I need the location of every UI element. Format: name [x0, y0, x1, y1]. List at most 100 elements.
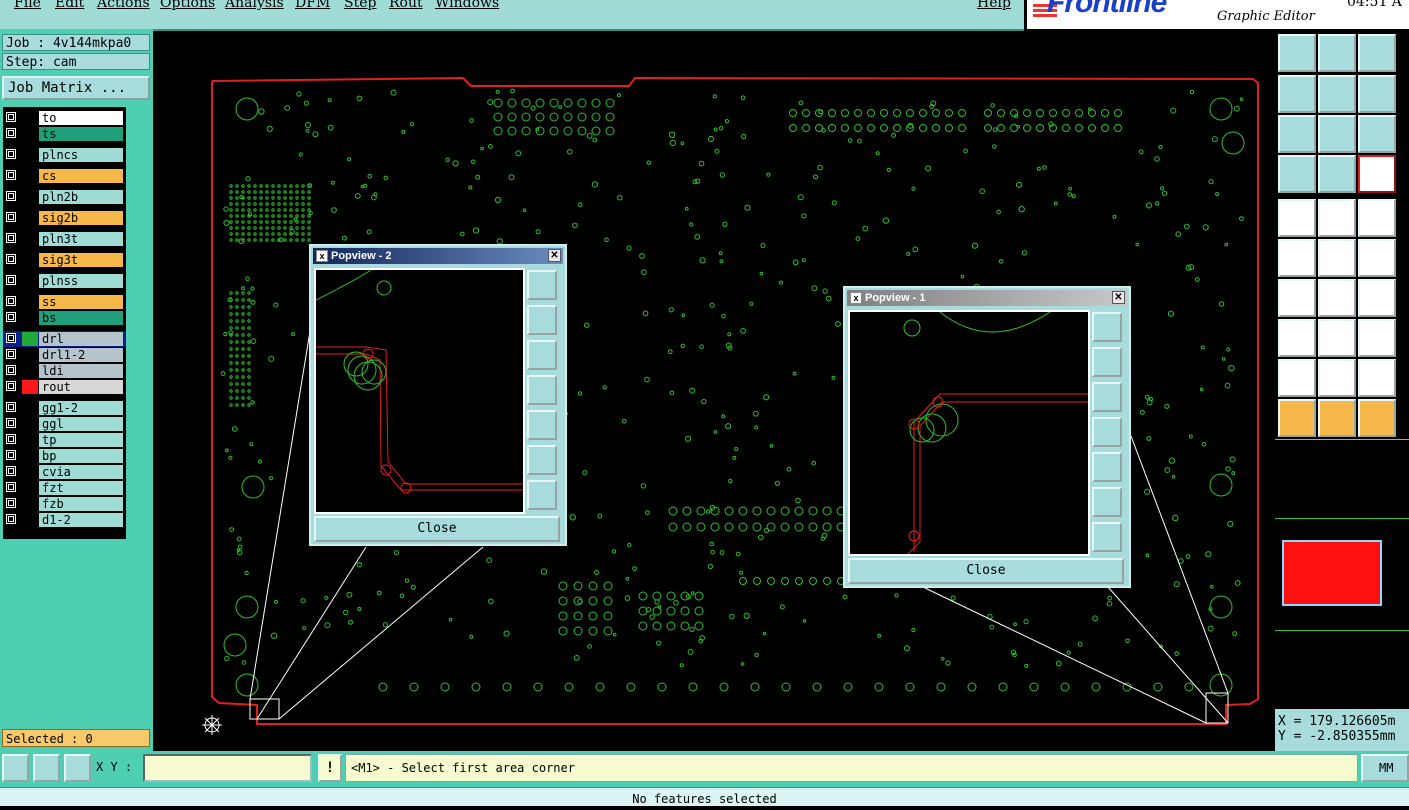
- frame-icon[interactable]: [1358, 359, 1396, 397]
- grid-icon[interactable]: [64, 754, 91, 782]
- popview-1-close-button[interactable]: Close: [848, 558, 1124, 584]
- draw-slash-icon[interactable]: [1318, 279, 1356, 317]
- layer-display-swatch[interactable]: [22, 449, 38, 463]
- menu-dfm[interactable]: DFM: [295, 0, 330, 11]
- pointer-icon[interactable]: [1278, 399, 1316, 437]
- layer-display-swatch[interactable]: [22, 348, 38, 362]
- layer-row-fzt[interactable]: fzt: [3, 480, 126, 496]
- layer-display-swatch[interactable]: [22, 513, 38, 527]
- menu-actions[interactable]: Actions: [97, 0, 150, 11]
- layer-display-swatch[interactable]: [22, 211, 38, 225]
- layer-row-ldi[interactable]: ldi: [3, 363, 126, 379]
- layer-display-swatch[interactable]: [22, 253, 38, 267]
- layer-checkbox[interactable]: [6, 275, 16, 285]
- layer-row-ss[interactable]: ss: [3, 294, 126, 310]
- ruler-icon[interactable]: [1358, 199, 1396, 237]
- layer-display-swatch[interactable]: [22, 380, 38, 394]
- layer-row-sig3t[interactable]: sig3t: [3, 252, 126, 268]
- pointer-box-icon[interactable]: [1318, 399, 1356, 437]
- snapshot-bottom-icon[interactable]: [1318, 34, 1356, 72]
- layer-row-drl1-2[interactable]: drl1-2: [3, 347, 126, 363]
- layer-row-tp[interactable]: tp: [3, 432, 126, 448]
- layer-row-gg1-2[interactable]: gg1-2: [3, 400, 126, 416]
- layer-checkbox[interactable]: [6, 514, 16, 524]
- layer-checkbox[interactable]: [6, 498, 16, 508]
- layer-row-sig2b[interactable]: sig2b: [3, 210, 126, 226]
- zoom-out-icon[interactable]: [527, 480, 557, 510]
- xy-input[interactable]: [143, 754, 312, 782]
- popview-1-view[interactable]: [848, 310, 1090, 556]
- scale-1-2-icon[interactable]: [1358, 115, 1396, 153]
- layer-checkbox[interactable]: [6, 254, 16, 264]
- menu-edit[interactable]: Edit: [55, 0, 84, 11]
- pan-left-icon[interactable]: [1092, 417, 1122, 447]
- layer-checkbox[interactable]: [6, 128, 16, 138]
- popview-2-titlebar[interactable]: x Popview - 2 ✕: [313, 248, 563, 264]
- layer-checkbox[interactable]: [6, 450, 16, 460]
- layer-display-swatch[interactable]: [22, 311, 38, 325]
- pan-right-icon[interactable]: [1318, 75, 1356, 113]
- popview-2-view[interactable]: [314, 268, 525, 514]
- layer-checkbox[interactable]: [6, 349, 16, 359]
- layer-display-swatch[interactable]: [22, 417, 38, 431]
- layer-display-swatch[interactable]: [22, 433, 38, 447]
- angle-snap-icon[interactable]: [33, 754, 60, 782]
- layer-checkbox[interactable]: [6, 482, 16, 492]
- layer-row-d1-2[interactable]: d1-2: [3, 512, 126, 528]
- units-button[interactable]: MM: [1361, 754, 1409, 782]
- menu-help[interactable]: Help: [977, 0, 1011, 11]
- popview-1-titlebar[interactable]: x Popview - 1 ✕: [847, 290, 1127, 306]
- close-icon[interactable]: ✕: [548, 249, 561, 262]
- traffic-light-icon[interactable]: [1358, 155, 1396, 193]
- layer-checkbox[interactable]: [6, 434, 16, 444]
- layer-row-ts[interactable]: ts: [3, 126, 126, 142]
- layer-checkbox[interactable]: [6, 312, 16, 322]
- snapshot-top-icon[interactable]: [1278, 34, 1316, 72]
- layer-display-swatch[interactable]: [22, 295, 38, 309]
- layer-display-swatch[interactable]: [22, 481, 38, 495]
- layer-checkbox[interactable]: [6, 333, 16, 343]
- minimap[interactable]: [1275, 439, 1409, 712]
- menu-rout[interactable]: Rout: [389, 0, 423, 11]
- layer-row-plncs[interactable]: plncs: [3, 147, 126, 163]
- pan-left-icon[interactable]: [1278, 75, 1316, 113]
- layer-row-cs[interactable]: cs: [3, 168, 126, 184]
- pointer-circle-icon[interactable]: [1358, 399, 1396, 437]
- pan-left-icon[interactable]: [527, 375, 557, 405]
- execute-button[interactable]: !: [318, 754, 342, 782]
- layer-checkbox[interactable]: [6, 466, 16, 476]
- undo-view-icon[interactable]: [1358, 75, 1396, 113]
- layer-row-bp[interactable]: bp: [3, 448, 126, 464]
- arrow-triangle-icon[interactable]: [1318, 359, 1356, 397]
- layer-row-rout[interactable]: rout: [3, 379, 126, 395]
- pan-right-icon[interactable]: [1092, 452, 1122, 482]
- pad-line-icon[interactable]: [1278, 319, 1316, 357]
- layer-row-pln3t[interactable]: pln3t: [3, 231, 126, 247]
- pan-down-icon[interactable]: [527, 340, 557, 370]
- layer-checkbox[interactable]: [6, 402, 16, 412]
- layer-display-swatch[interactable]: [22, 465, 38, 479]
- layer-row-drl[interactable]: drl: [3, 331, 126, 347]
- connect-icon[interactable]: [1358, 239, 1396, 277]
- home-icon[interactable]: [1358, 34, 1396, 72]
- layer-checkbox[interactable]: [6, 365, 16, 375]
- layer-row-ggl[interactable]: ggl: [3, 416, 126, 432]
- layer-checkbox[interactable]: [6, 233, 16, 243]
- layer-display-swatch[interactable]: [22, 169, 38, 183]
- layer-display-swatch[interactable]: [22, 111, 38, 125]
- triangle-icon[interactable]: [1278, 359, 1316, 397]
- menu-windows[interactable]: Windows: [435, 0, 499, 11]
- layer-display-swatch[interactable]: [22, 190, 38, 204]
- layer-checkbox[interactable]: [6, 418, 16, 428]
- layer-row-to[interactable]: to: [3, 110, 126, 126]
- zoom-center-icon[interactable]: [1318, 115, 1356, 153]
- job-matrix-button[interactable]: Job Matrix ...: [2, 76, 150, 100]
- layer-display-swatch[interactable]: [22, 332, 38, 346]
- layer-checkbox[interactable]: [6, 112, 16, 122]
- menu-analysis[interactable]: Analysis: [225, 0, 284, 11]
- draw-line-icon[interactable]: [1278, 279, 1316, 317]
- zoom-in-icon[interactable]: [527, 445, 557, 475]
- layer-display-swatch[interactable]: [22, 364, 38, 378]
- zoom-fit-icon[interactable]: [527, 270, 557, 300]
- layer-checkbox[interactable]: [6, 149, 16, 159]
